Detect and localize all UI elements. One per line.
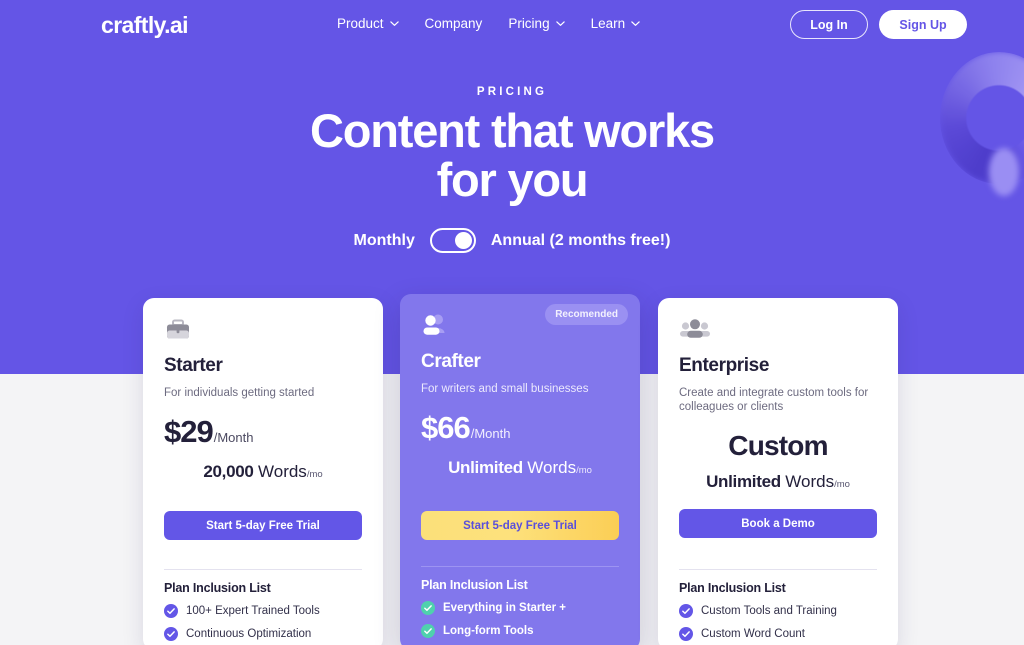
plan-description: For writers and small businesses (421, 383, 589, 395)
start-free-trial-button[interactable]: Start 5-day Free Trial (164, 511, 362, 540)
list-item: Continuous Optimization (164, 627, 362, 641)
feature-label: Continuous Optimization (186, 628, 312, 640)
recommended-badge: Recomended (545, 304, 628, 325)
plan-word-count: 20,000 (203, 462, 254, 481)
check-circle-icon (164, 604, 178, 618)
plan-inclusion-section: Plan Inclusion List Custom Tools and Tra… (679, 569, 877, 641)
feature-label: 100+ Expert Trained Tools (186, 605, 320, 617)
divider (164, 569, 362, 570)
plan-inclusion-section: Plan Inclusion List Everything in Starte… (421, 566, 619, 638)
plan-word-count: Unlimited (706, 472, 781, 491)
plan-name: Crafter (421, 351, 481, 372)
plan-word-period: /mo (576, 465, 592, 476)
divider (679, 569, 877, 570)
plan-inclusion-title: Plan Inclusion List (679, 581, 786, 595)
feature-label: Long-form Tools (443, 625, 534, 637)
plan-word-unit: Words (527, 458, 577, 477)
pricing-cards: Starter For individuals getting started … (0, 0, 1024, 645)
plan-name: Starter (164, 355, 223, 376)
plan-inclusion-title: Plan Inclusion List (421, 578, 528, 592)
group-people-icon (679, 316, 877, 346)
book-a-demo-button[interactable]: Book a Demo (679, 509, 877, 538)
feature-label: Custom Tools and Training (701, 605, 837, 617)
pricing-card-starter: Starter For individuals getting started … (143, 298, 383, 645)
plan-price: $66 (421, 410, 471, 445)
plan-word-period: /mo (306, 469, 323, 480)
check-circle-icon (421, 624, 435, 638)
plan-word-allowance: Unlimited Words/mo (421, 458, 619, 478)
feature-label: Everything in Starter + (443, 602, 567, 614)
plan-word-period: /mo (834, 479, 850, 490)
plan-description: Create and integrate custom tools for co… (679, 387, 869, 413)
plan-inclusion-section: Plan Inclusion List 100+ Expert Trained … (164, 569, 362, 641)
list-item: 100+ Expert Trained Tools (164, 604, 362, 618)
list-item: Long-form Tools (421, 624, 619, 638)
pricing-card-crafter: Recomended Crafter For writers and small… (400, 294, 640, 645)
plan-price-row: $29 /Month (164, 414, 362, 450)
check-circle-icon (679, 627, 693, 641)
plan-word-unit: Words (785, 472, 835, 491)
plan-feature-list: 100+ Expert Trained Tools Continuous Opt… (164, 604, 362, 641)
plan-feature-list: Custom Tools and Training Custom Word Co… (679, 604, 877, 641)
plan-feature-list: Everything in Starter + Long-form Tools (421, 601, 619, 638)
list-item: Everything in Starter + (421, 601, 619, 615)
plan-price-period: /Month (213, 430, 254, 445)
plan-name: Enterprise (679, 355, 769, 376)
list-item: Custom Word Count (679, 627, 877, 641)
plan-word-count: Unlimited (448, 458, 523, 477)
check-circle-icon (164, 627, 178, 641)
plan-price: $29 (164, 414, 214, 449)
plan-price-row: $66 /Month (421, 410, 619, 446)
pricing-card-enterprise: Enterprise Create and integrate custom t… (658, 298, 898, 645)
plan-word-allowance: 20,000 Words/mo (164, 462, 362, 482)
feature-label: Custom Word Count (701, 628, 805, 640)
plan-price: Custom (728, 430, 828, 461)
briefcase-icon (164, 316, 362, 346)
divider (421, 566, 619, 567)
start-free-trial-button[interactable]: Start 5-day Free Trial (421, 511, 619, 540)
plan-word-allowance: Unlimited Words/mo (679, 472, 877, 492)
plan-inclusion-title: Plan Inclusion List (164, 581, 271, 595)
check-circle-icon (679, 604, 693, 618)
pricing-page: craftly.ai Product Company Pricing Learn (0, 0, 1024, 645)
plan-word-unit: Words (258, 462, 307, 481)
list-item: Custom Tools and Training (679, 604, 877, 618)
plan-price-period: /Month (470, 426, 511, 441)
plan-description: For individuals getting started (164, 387, 315, 399)
check-circle-icon (421, 601, 435, 615)
